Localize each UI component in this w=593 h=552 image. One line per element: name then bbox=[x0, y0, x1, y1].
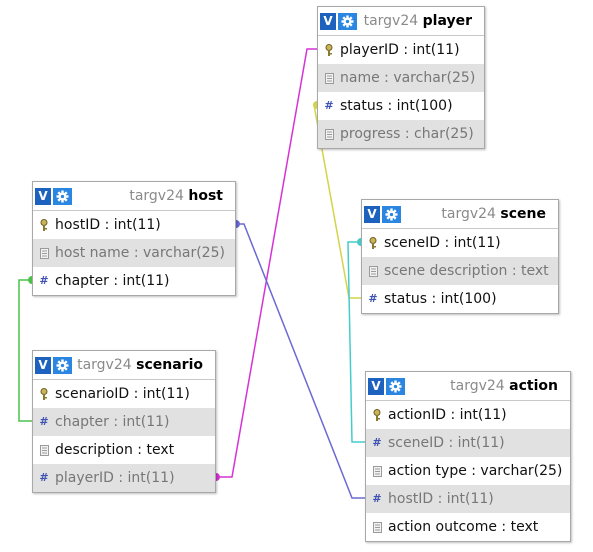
number-field-icon: # bbox=[39, 471, 49, 484]
schema-name: targv24 bbox=[450, 378, 505, 394]
gear-icon[interactable] bbox=[382, 205, 401, 223]
number-field-icon: # bbox=[372, 436, 382, 449]
field-label: playerID : int(11) bbox=[55, 470, 175, 486]
table-title: targv24 host bbox=[129, 188, 223, 204]
field-label: chapter : int(11) bbox=[55, 273, 170, 289]
table-action[interactable]: Vtargv24 action actionID : int(11) # sceneI… bbox=[365, 371, 571, 542]
table-header[interactable]: Vtargv24 player bbox=[318, 7, 484, 36]
v-toggle-icon[interactable]: V bbox=[35, 356, 51, 374]
table-scene[interactable]: Vtargv24 scene sceneID : int(11) scene des… bbox=[361, 199, 559, 314]
table-title: targv24 scene bbox=[441, 206, 546, 222]
schema-name: targv24 bbox=[129, 188, 184, 204]
table-player[interactable]: Vtargv24 player playerID : int(11) name : … bbox=[317, 6, 485, 149]
table-name: host bbox=[188, 188, 223, 204]
field-row[interactable]: # chapter : int(11) bbox=[33, 408, 215, 436]
field-row[interactable]: description : text bbox=[33, 436, 215, 464]
field-row[interactable]: scenarioID : int(11) bbox=[33, 380, 215, 408]
field-row[interactable]: host name : varchar(25) bbox=[33, 239, 235, 267]
v-toggle-icon[interactable]: V bbox=[35, 187, 51, 205]
v-toggle-icon[interactable]: V bbox=[320, 12, 336, 30]
table-header[interactable]: Vtargv24 scenario bbox=[33, 351, 215, 380]
field-label: action type : varchar(25) bbox=[388, 463, 563, 479]
field-label: hostID : int(11) bbox=[388, 491, 494, 507]
field-label: hostID : int(11) bbox=[55, 217, 161, 233]
primary-key-icon bbox=[39, 387, 49, 401]
field-row[interactable]: action outcome : text bbox=[366, 513, 570, 541]
table-scenario[interactable]: Vtargv24 scenario scenarioID : int(11) # ch… bbox=[32, 350, 216, 493]
table-name: scene bbox=[500, 206, 546, 222]
number-field-icon: # bbox=[368, 292, 378, 305]
table-title: targv24 player bbox=[364, 13, 472, 29]
table-title: targv24 action bbox=[450, 378, 558, 394]
table-name: scenario bbox=[136, 357, 203, 373]
field-row[interactable]: actionID : int(11) bbox=[366, 401, 570, 429]
number-field-icon: # bbox=[372, 492, 382, 505]
number-field-icon: # bbox=[39, 274, 49, 287]
field-label: chapter : int(11) bbox=[55, 414, 170, 430]
primary-key-icon bbox=[39, 218, 49, 232]
table-name: player bbox=[422, 13, 472, 29]
field-label: progress : char(25) bbox=[340, 126, 474, 142]
text-field-icon bbox=[324, 71, 334, 85]
relation-endpoint-marker bbox=[216, 473, 220, 481]
field-row[interactable]: # status : int(100) bbox=[362, 285, 558, 313]
field-row[interactable]: # playerID : int(11) bbox=[33, 464, 215, 492]
field-label: name : varchar(25) bbox=[340, 70, 476, 86]
field-label: host name : varchar(25) bbox=[55, 245, 225, 261]
v-toggle-icon[interactable]: V bbox=[364, 205, 380, 223]
primary-key-icon bbox=[324, 43, 334, 57]
relation-line-scenario-host bbox=[18, 279, 32, 422]
text-field-icon bbox=[372, 520, 382, 534]
table-title: targv24 scenario bbox=[77, 357, 203, 373]
field-row[interactable]: action type : varchar(25) bbox=[366, 457, 570, 485]
table-header[interactable]: Vtargv24 action bbox=[366, 372, 570, 401]
schema-name: targv24 bbox=[441, 206, 496, 222]
field-row[interactable]: # chapter : int(11) bbox=[33, 267, 235, 295]
text-field-icon bbox=[324, 127, 334, 141]
field-row[interactable]: progress : char(25) bbox=[318, 120, 484, 148]
gear-icon[interactable] bbox=[386, 377, 405, 395]
table-header[interactable]: Vtargv24 host bbox=[33, 182, 235, 211]
field-row[interactable]: scene description : text bbox=[362, 257, 558, 285]
text-field-icon bbox=[39, 246, 49, 260]
relation-endpoint-marker bbox=[236, 220, 240, 228]
field-row[interactable]: hostID : int(11) bbox=[33, 211, 235, 239]
field-label: action outcome : text bbox=[388, 519, 539, 535]
primary-key-icon bbox=[372, 408, 382, 422]
table-header[interactable]: Vtargv24 scene bbox=[362, 200, 558, 229]
relation-line-action-host bbox=[236, 223, 365, 499]
schema-name: targv24 bbox=[77, 357, 132, 373]
field-label: scenarioID : int(11) bbox=[55, 386, 190, 402]
schema-name: targv24 bbox=[363, 13, 419, 29]
field-row[interactable]: # sceneID : int(11) bbox=[366, 429, 570, 457]
field-label: playerID : int(11) bbox=[340, 42, 460, 58]
gear-icon[interactable] bbox=[53, 187, 72, 205]
field-row[interactable]: name : varchar(25) bbox=[318, 64, 484, 92]
primary-key-icon bbox=[368, 236, 378, 250]
field-label: scene description : text bbox=[384, 263, 549, 279]
text-field-icon bbox=[39, 443, 49, 457]
gear-icon[interactable] bbox=[338, 12, 357, 30]
text-field-icon bbox=[372, 464, 382, 478]
gear-icon[interactable] bbox=[53, 356, 72, 374]
field-label: sceneID : int(11) bbox=[388, 435, 505, 451]
text-field-icon bbox=[368, 264, 378, 278]
field-row[interactable]: playerID : int(11) bbox=[318, 36, 484, 64]
field-row[interactable]: # status : int(100) bbox=[318, 92, 484, 120]
v-toggle-icon[interactable]: V bbox=[368, 377, 384, 395]
table-host[interactable]: Vtargv24 host hostID : int(11) host name :… bbox=[32, 181, 236, 296]
field-row[interactable]: sceneID : int(11) bbox=[362, 229, 558, 257]
number-field-icon: # bbox=[324, 99, 334, 112]
number-field-icon: # bbox=[39, 415, 49, 428]
field-label: sceneID : int(11) bbox=[384, 235, 501, 251]
field-label: status : int(100) bbox=[384, 291, 497, 307]
field-row[interactable]: # hostID : int(11) bbox=[366, 485, 570, 513]
field-label: actionID : int(11) bbox=[388, 407, 507, 423]
field-label: status : int(100) bbox=[340, 98, 453, 114]
field-label: description : text bbox=[55, 442, 175, 458]
table-name: action bbox=[509, 378, 558, 394]
